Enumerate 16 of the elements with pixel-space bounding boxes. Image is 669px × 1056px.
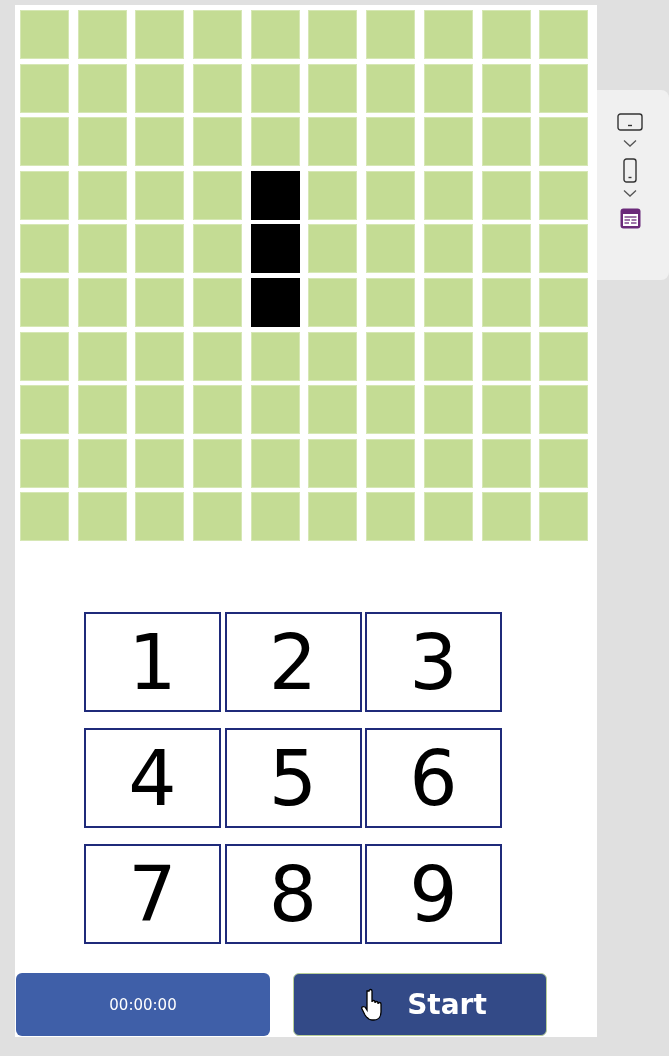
form-icon[interactable] xyxy=(619,208,641,229)
keypad-button[interactable]: 4 xyxy=(84,728,221,829)
keypad-button[interactable]: 5 xyxy=(224,728,362,829)
keypad-button[interactable]: 6 xyxy=(365,728,502,829)
keypad-button[interactable]: 1 xyxy=(84,612,221,713)
chevron-down-icon[interactable] xyxy=(623,139,637,148)
keypad-button[interactable]: 3 xyxy=(365,612,502,713)
start-button[interactable]: Start xyxy=(293,973,547,1037)
keypad-button[interactable]: 2 xyxy=(224,612,362,713)
landscape-screen-icon[interactable] xyxy=(617,113,643,131)
timer-display: 00:00:00 xyxy=(16,973,270,1037)
keypad-button[interactable]: 9 xyxy=(365,844,502,945)
keypad-button[interactable]: 7 xyxy=(84,844,221,945)
keypad-button[interactable]: 8 xyxy=(224,844,362,945)
phone-screen-icon[interactable] xyxy=(623,158,637,183)
chevron-down-icon[interactable] xyxy=(623,189,637,198)
